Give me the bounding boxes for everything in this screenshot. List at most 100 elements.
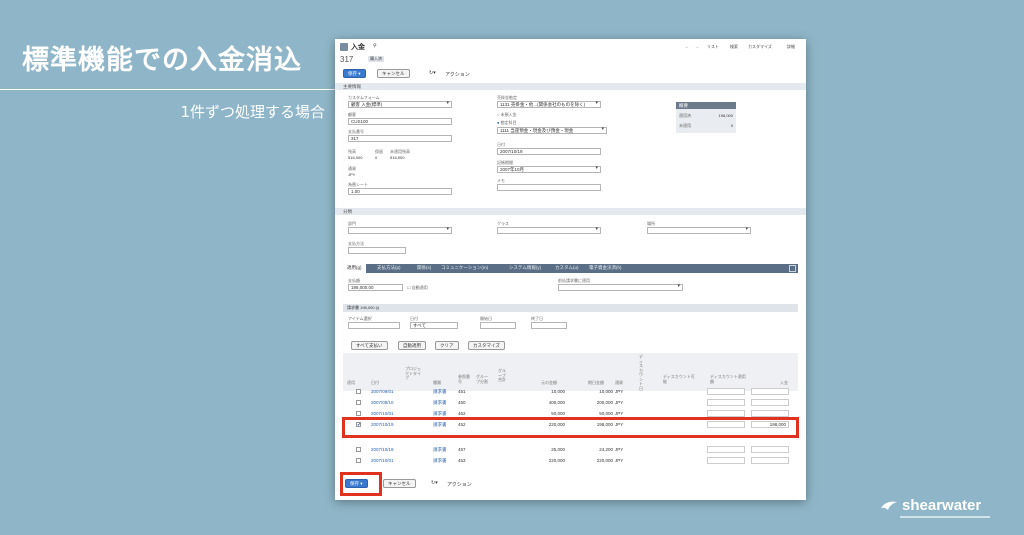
search-icon[interactable]: ⚲	[373, 43, 377, 49]
custom-form-select[interactable]: 顧客 入金(標準)	[348, 101, 452, 108]
row-payment-field[interactable]	[751, 410, 789, 417]
row-payment-field[interactable]	[751, 388, 789, 395]
row-orig: 25,000	[551, 447, 565, 452]
actions-menu-bottom[interactable]: アクション	[447, 481, 472, 488]
filter-start-field[interactable]	[480, 322, 516, 329]
filter-item-field[interactable]	[348, 322, 400, 329]
row-type[interactable]: 請求書	[433, 400, 447, 406]
reconcile-select[interactable]	[558, 284, 683, 291]
col-due-amount: 期日金額	[588, 380, 604, 385]
date-field[interactable]: 2007/10/19	[497, 148, 601, 155]
tab-eft[interactable]: 電子資金決済(h)	[589, 265, 622, 271]
row-ref: 457	[458, 447, 466, 452]
tab-expand-icon[interactable]	[789, 265, 796, 272]
cancel-button-bottom[interactable]: キャンセル	[383, 479, 416, 488]
row-currency: JPY	[615, 458, 624, 463]
apply-checkbox[interactable]	[356, 400, 361, 405]
tab-system-info[interactable]: システム情報(y)	[509, 265, 541, 271]
save-button-top[interactable]: 保存 ▾	[343, 69, 366, 78]
row-date[interactable]: 2007/09/01	[371, 389, 394, 394]
payment-no-field[interactable]: 317	[348, 135, 452, 142]
deposit-account-radio[interactable]: ● 勘定科目	[497, 120, 517, 126]
exchange-rate-field[interactable]: 1.00	[348, 188, 452, 195]
nav-list-link[interactable]: リスト	[707, 44, 719, 50]
filter-end-field[interactable]	[531, 322, 567, 329]
refresh-icon-bottom[interactable]: ↻▾	[431, 480, 438, 486]
department-select[interactable]	[348, 227, 452, 234]
tab-communication[interactable]: コミュニケーション(m)	[441, 265, 488, 271]
row-type[interactable]: 請求書	[433, 389, 447, 395]
apply-checkbox[interactable]	[356, 411, 361, 416]
auto-apply-button[interactable]: 自動適用	[398, 341, 426, 350]
col-payment: 入金	[780, 380, 788, 385]
actions-menu-top[interactable]: アクション	[445, 71, 470, 78]
row-date[interactable]: 2007/10/01	[371, 458, 394, 463]
deposit-account-select[interactable]: 1111 当座預金・現金及び預金・現金	[497, 127, 607, 134]
row-discount-field[interactable]	[707, 457, 745, 464]
col-type: 種類	[433, 380, 441, 385]
invoice-group-title: 請求書 198,000 (i)	[347, 305, 380, 310]
table-row[interactable]: 2007/09/01 請求書 451 10,000 10,000 JPY	[343, 387, 798, 397]
customer-field[interactable]: CUS100	[348, 118, 452, 125]
col-discount-applied: ディスカウント適用額	[710, 374, 746, 384]
nav-back-icon[interactable]: ←	[685, 44, 689, 49]
pending-value: 0	[375, 155, 378, 160]
col-date: 日付	[371, 380, 379, 385]
period-select[interactable]: 2007年10月	[497, 166, 601, 173]
row-payment-field[interactable]	[751, 399, 789, 406]
nav-customize-link[interactable]: カスタマイズ	[748, 44, 772, 50]
memo-field[interactable]	[497, 184, 601, 191]
undeposited-radio[interactable]: ○ 未預入金	[497, 112, 517, 118]
row-type[interactable]: 請求書	[433, 458, 447, 464]
payment-method-field[interactable]	[348, 247, 406, 254]
row-date[interactable]: 2007/09/10	[371, 400, 394, 405]
col-currency: 通貨	[615, 380, 623, 385]
row-due: 10,000	[599, 389, 613, 394]
row-due: 50,000	[599, 411, 613, 416]
nav-more-link[interactable]: 詳細	[787, 44, 795, 50]
row-orig: 10,000	[551, 389, 565, 394]
row-due: 24,200	[599, 447, 613, 452]
filter-date-field[interactable]: すべて	[410, 322, 458, 329]
table-row[interactable]: 2007/09/10 請求書 450 400,000 200,000 JPY	[343, 398, 798, 408]
ar-account-select[interactable]: 1131 売掛金・他...(関係会社のものを除く)	[497, 101, 601, 108]
col-discount-date: ディスカウント日	[639, 354, 643, 391]
customize-button[interactable]: カスタマイズ	[468, 341, 505, 350]
payment-amount-field[interactable]: 198,000.00	[348, 284, 403, 291]
tab-custom[interactable]: カスタム(u)	[555, 265, 579, 271]
apply-checkbox[interactable]	[356, 458, 361, 463]
tab-apply[interactable]: 適用(g)	[343, 264, 366, 273]
tab-relations[interactable]: 関係(s)	[417, 265, 431, 271]
table-row[interactable]: 2007/10/01 請求書 453 220,000 220,000 JPY	[343, 456, 798, 466]
row-discount-field[interactable]	[707, 446, 745, 453]
clear-button[interactable]: クリア	[435, 341, 459, 350]
row-type[interactable]: 請求書	[433, 447, 447, 453]
row-discount-field[interactable]	[707, 399, 745, 406]
nav-forward-icon[interactable]: →	[695, 44, 699, 49]
refresh-icon[interactable]: ↻▾	[429, 70, 436, 76]
invoice-group-bar[interactable]: 請求書 198,000 (i)	[343, 304, 798, 312]
row-ref: 462	[458, 411, 466, 416]
row-date[interactable]: 2007/10/19	[371, 447, 394, 452]
row-payment-field[interactable]	[751, 446, 789, 453]
location-select[interactable]	[647, 227, 751, 234]
headline-divider	[0, 89, 338, 90]
row-discount-field[interactable]	[707, 410, 745, 417]
deposit-account-label: 勘定科目	[500, 120, 517, 125]
cancel-button-top[interactable]: キャンセル	[377, 69, 410, 78]
row-payment-field[interactable]	[751, 457, 789, 464]
auto-apply-label: 自動適用	[411, 285, 428, 290]
table-row[interactable]: 2007/10/19 請求書 457 25,000 24,200 JPY	[343, 445, 798, 455]
record-status-badge: 購入済	[368, 56, 384, 62]
save-label: 保存	[348, 71, 357, 76]
class-select[interactable]	[497, 227, 601, 234]
nav-search-link[interactable]: 検索	[730, 44, 738, 50]
auto-apply-checkbox[interactable]: ☐ 自動適用	[407, 285, 428, 291]
row-date[interactable]: 2007/10/01	[371, 411, 394, 416]
apply-checkbox[interactable]	[356, 447, 361, 452]
pay-all-button[interactable]: すべて支払い	[351, 341, 388, 350]
apply-checkbox[interactable]	[356, 389, 361, 394]
row-currency: JPY	[615, 400, 624, 405]
tab-payment-method[interactable]: 支払方法(p)	[377, 265, 401, 271]
row-discount-field[interactable]	[707, 388, 745, 395]
